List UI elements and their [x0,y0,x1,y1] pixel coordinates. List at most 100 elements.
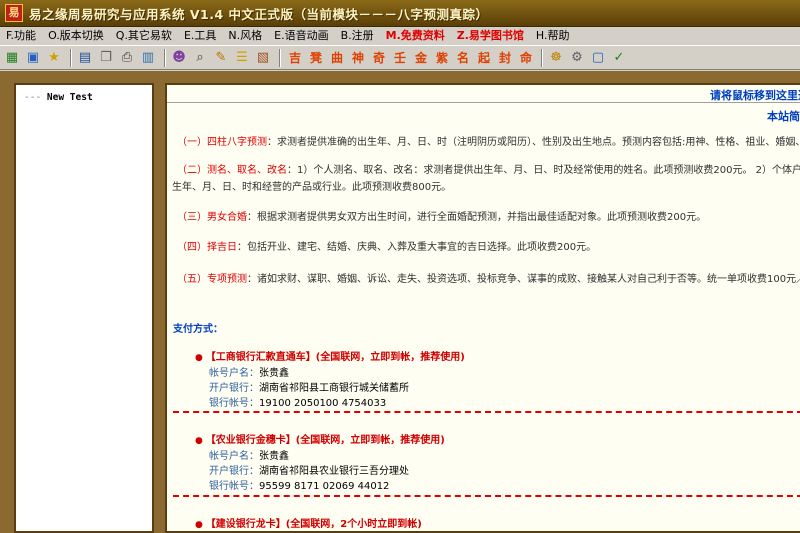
bank-info-value: 湖南省祁阳县工商银行城关储蓄所 [259,383,409,394]
divider-line [173,495,800,497]
payment-title: 支付方式： [173,324,223,335]
title-bar: 易 易之缘周易研究与应用系统 V1.4 中文正式版（当前模块－－－八字预测真踪） [0,0,800,27]
users-icon[interactable]: ☻ [170,49,188,67]
bank-info-key: 银行帐号： [209,398,259,409]
service-section-5: （五）专项预测：诸如求财、谋职、婚姻、诉讼、走失、投资选项、投标竞争、谋事的成败… [177,272,800,287]
section-number: （四） [177,242,207,253]
toolbar-separator-2 [164,48,166,67]
bank-info-value: 张贵鑫 [259,451,289,462]
bank-info-row: 帐号户名：张贵鑫 [209,449,445,464]
menu-item-1[interactable]: O.版本切换 [42,27,110,45]
toolbar-char-button-3[interactable]: 神 [348,48,368,68]
bank-info-row: 银行帐号：95599 8171 02069 44012 [209,479,445,494]
site-intro-label: 本站简 [767,110,800,123]
bank-info-row: 开户银行：湖南省祁阳县农业银行三吾分理处 [209,464,445,479]
menu-item-0[interactable]: F.功能 [0,27,42,45]
menu-item-9[interactable]: H.帮助 [530,27,576,45]
toolbar-char-button-9[interactable]: 起 [474,48,494,68]
toolbar: ▦ ▣ ★ ▤ ❐ ⎙ ▥ ☻ ⌕ ✎ ☰ ▧ 吉凳曲神奇壬金紫名起封命 ☸ ⚙ ▢ ✓ [0,45,800,70]
grid-icon[interactable]: ▦ [3,49,21,67]
hint-bar: 请将鼠标移到这里选 [167,85,800,103]
bank-info-value: 张贵鑫 [259,368,289,379]
bank-title: 【工商银行汇款直通车】(全国联网，立即到帐，推荐使用) [205,352,465,363]
bank-title: 【建设银行龙卡】(全国联网，2个小时立即到帐) [205,519,422,530]
bank-block: ● 【工商银行汇款直通车】(全国联网，立即到帐，推荐使用) 帐号户名：张贵鑫 开户银… [195,350,465,411]
edit-icon[interactable]: ✎ [212,49,230,67]
service-section-2: （二）测名、取名、改名：1）个人测名、取名、改名：求测者提供出生年、月、日、时及… [177,163,800,178]
menu-item-4[interactable]: N.风格 [222,27,268,45]
toolbar-char-button-4[interactable]: 奇 [369,48,389,68]
menu-item-8[interactable]: Z.易学图书馆 [451,27,530,45]
divider-line [173,411,800,413]
section-title: 择吉日 [207,242,237,253]
service-section-1: （一）四柱八字预测：求测者提供准确的出生年、月、日、时（注明阴历或阳历）、性别及… [177,135,800,150]
book-icon[interactable]: ▧ [254,49,272,67]
page-icon[interactable]: ▢ [589,49,607,67]
copy-icon[interactable]: ❐ [97,49,115,67]
content-panel: 请将鼠标移到这里选 本站简 支付方式： （一）四柱八字预测：求测者提供准确的出生… [165,83,800,533]
bank-info-key: 银行帐号： [209,481,259,492]
toolbar-char-button-6[interactable]: 金 [411,48,431,68]
toolbar-char-button-2[interactable]: 曲 [327,48,347,68]
bank-title-row: ● 【农业银行金穗卡】(全国联网，立即到帐，推荐使用) [195,433,445,449]
tools-icon[interactable]: ⚙ [568,49,586,67]
preview-icon[interactable]: ▥ [139,49,157,67]
bullet-icon: ● [195,436,206,446]
bank-info-value: 19100 2050100 4754033 [259,398,387,409]
bank-info-value: 95599 8171 02069 44012 [259,481,390,492]
section-text: ：1）个人测名、取名、改名：求测者提供出生年、月、日、时及经常使用的姓名。此项预… [287,165,800,176]
toolbar-separator-4 [541,48,543,67]
buddha-icon[interactable]: ☸ [547,49,565,67]
service-section-4: （四）择吉日：包括开业、建宅、结婚、庆典、入葬及重大事宜的吉日选择。此项收费20… [177,240,596,255]
menu-item-6[interactable]: B.注册 [335,27,380,45]
section-title: 专项预测 [207,274,247,285]
toolbar-char-button-1[interactable]: 凳 [306,48,326,68]
bank-info-key: 开户银行： [209,383,259,394]
print-icon[interactable]: ⎙ [118,49,136,67]
toolbar-char-button-8[interactable]: 名 [453,48,473,68]
toolbar-char-button-7[interactable]: 紫 [432,48,452,68]
app-icon: 易 [5,4,23,22]
section-number: （二） [177,165,207,176]
save-icon[interactable]: ▤ [76,49,94,67]
menu-item-7[interactable]: M.免费资料 [380,27,451,45]
search-icon[interactable]: ⌕ [191,49,209,67]
toolbar-char-button-10[interactable]: 封 [495,48,515,68]
tree-item-label: New Test [46,92,93,103]
toolbar-separator-1 [70,48,72,67]
check-icon[interactable]: ✓ [610,49,628,67]
tree-item-new-test[interactable]: --- New Test [24,92,93,103]
section-continuation: 生年、月、日、时和经营的产品或行业。此项预测收费800元。 [172,182,452,193]
bank-title: 【农业银行金穗卡】(全国联网，立即到帐，推荐使用) [205,435,445,446]
toolbar-char-button-5[interactable]: 壬 [390,48,410,68]
bank-info-key: 帐号户名： [209,368,259,379]
star-icon[interactable]: ★ [45,49,63,67]
toolbar-char-button-0[interactable]: 吉 [285,48,305,68]
bank-block: ● 【建设银行龙卡】(全国联网，2个小时立即到帐) [195,517,422,531]
bank-block: ● 【农业银行金穗卡】(全国联网，立即到帐，推荐使用) 帐号户名：张贵鑫 开户银行：… [195,433,445,494]
toolbar-char-button-11[interactable]: 命 [516,48,536,68]
hover-hint[interactable]: 请将鼠标移到这里选 [710,87,800,103]
menu-item-3[interactable]: E.工具 [178,27,222,45]
menu-item-2[interactable]: Q.其它易软 [110,27,178,45]
bank-info-row: 帐号户名：张贵鑫 [209,366,465,381]
bank-info-row: 开户银行：湖南省祁阳县工商银行城关储蓄所 [209,381,465,396]
tree-panel: --- New Test [14,83,154,533]
window-title: 易之缘周易研究与应用系统 V1.4 中文正式版（当前模块－－－八字预测真踪） [29,6,489,22]
bank-title-row: ● 【工商银行汇款直通车】(全国联网，立即到帐，推荐使用) [195,350,465,366]
bank-info-row: 银行帐号：19100 2050100 4754033 [209,396,465,411]
bank-info-value: 湖南省祁阳县农业银行三吾分理处 [259,466,409,477]
notes-icon[interactable]: ☰ [233,49,251,67]
menu-item-5[interactable]: E.语音动画 [268,27,334,45]
window-icon[interactable]: ▣ [24,49,42,67]
service-section-3: （三）男女合婚：根据求测者提供男女双方出生时间，进行全面婚配预测，并指出最佳适配… [177,210,706,225]
menu-bar: F.功能 O.版本切换 Q.其它易软 E.工具 N.风格 E.语音动画 B.注册 M.免费资料… [0,27,800,45]
tree-connector: --- [24,92,42,103]
bank-info-key: 帐号户名： [209,451,259,462]
section-text: ：诸如求财、谋职、婚姻、诉讼、走失、投资选项、投标竞争、谋事的成败、接触某人对自… [247,274,800,285]
section-text: ：求测者提供准确的出生年、月、日、时（注明阴历或阳历）、性别及出生地点。预测内容… [267,137,800,148]
section-title: 测名、取名、改名 [207,165,287,176]
section-number: （三） [177,212,207,223]
section-text: ：包括开业、建宅、结婚、庆典、入葬及重大事宜的吉日选择。此项收费200元。 [237,242,597,253]
section-title: 四柱八字预测 [207,137,267,148]
